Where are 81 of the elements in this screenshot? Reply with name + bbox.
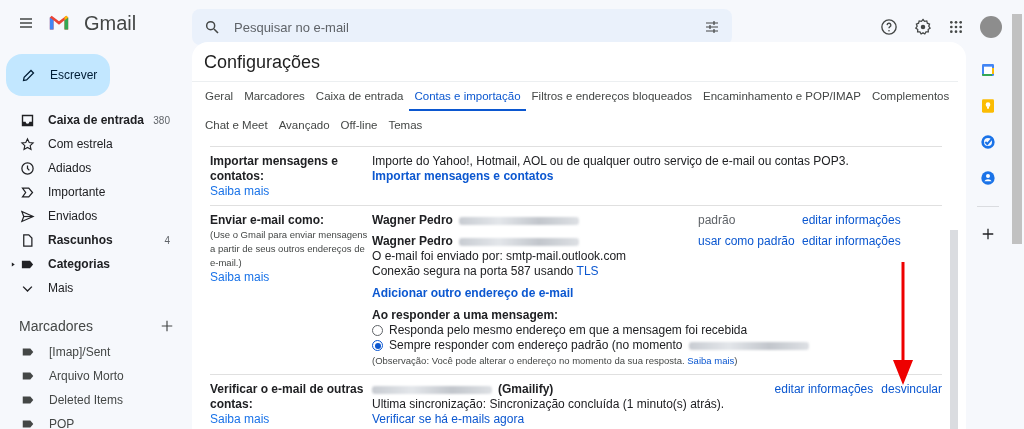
setting-label: Verificar o e-mail de outras contas: [210,382,365,412]
scrollbar[interactable] [950,230,958,429]
radio-button[interactable] [372,325,383,336]
smtp-info: O e-mail foi enviado por: smtp-mail.outlook.com [372,249,628,264]
option-label[interactable]: Sempre responder com endereço padrão (no momento [389,338,683,353]
settings-tab[interactable]: Filtros e endereços bloqueados [526,82,698,111]
filter-sliders-icon[interactable] [704,19,720,35]
sidebar-item[interactable]: Com estrela [0,132,192,156]
scrollbar-thumb[interactable] [1012,14,1022,244]
page-title: Configurações [203,51,322,74]
check-circle-icon[interactable] [980,134,996,150]
account-action-link[interactable]: desvincular [881,382,942,397]
compose-button[interactable]: Escrever [6,54,110,96]
make-default-link[interactable]: usar como padrão [698,234,795,248]
avatar[interactable] [980,16,1002,38]
account-name: Wagner Pedro [372,213,453,228]
sidebar-item[interactable]: Rascunhos 4 [0,228,192,252]
import-link[interactable]: Importar mensagens e contatos [372,169,554,184]
contacts-person-icon[interactable] [980,170,996,186]
label-item[interactable]: Deleted Items [0,388,192,412]
option-label[interactable]: Responda pelo mesmo endereço em que a mensagem foi recebida [389,323,748,338]
settings-tab[interactable]: Complementos [866,82,955,111]
search-bar[interactable]: Pesquisar no e-mail [192,9,732,45]
calendar-icon[interactable] [980,62,996,78]
add-address-link[interactable]: Adicionar outro endereço de e-mail [372,286,574,301]
product-name: Gmail [84,11,137,35]
check-now-link[interactable]: Verificar se há e-mails agora [372,412,525,426]
settings-icon[interactable] [914,18,932,36]
default-status: padrão [698,213,736,227]
sidebar-item[interactable]: Importante [0,180,192,204]
settings-tab[interactable]: Caixa de entrada [310,82,409,111]
note-text: ) [734,355,738,366]
sidebar-item[interactable]: Categorias [0,252,192,276]
settings-tab[interactable]: Avançado [273,111,335,140]
clock-icon [19,160,35,176]
radio-button[interactable] [372,340,383,351]
sidebar-item[interactable]: Adiados [0,156,192,180]
sync-status: Ultima sincronização: Sincronização concluída (1 minuto(s) atrás). [372,397,725,411]
account-name: Wagner Pedro [372,234,453,249]
edit-info-link[interactable]: editar informações [802,213,901,227]
account-action-link[interactable]: editar informações [774,382,874,397]
section-heading: Marcadores [19,318,93,334]
note-text: (Observação: Você pode alterar o endereço no momento da sua resposta. [372,355,686,366]
expand-triangle-icon[interactable] [11,261,16,268]
sidebar-item[interactable]: Enviados [0,204,192,228]
pencil-icon [21,67,36,83]
account-type: (Gmailify) [498,382,554,397]
plus-icon[interactable] [160,319,174,333]
settings-tab[interactable]: Marcadores [239,82,310,111]
security-info: Conexão segura na porta 587 usando [372,264,575,278]
label-item[interactable]: POP [0,412,192,429]
star-icon [19,136,35,152]
search-icon [204,19,220,35]
sidebar-item[interactable]: Mais [0,276,192,300]
send-icon [19,208,35,224]
tls-link[interactable]: TLS [576,264,599,278]
apps-grid-icon[interactable] [948,19,964,35]
sidebar-item[interactable]: Caixa de entrada 380 [0,108,192,132]
settings-tab[interactable]: Temas [383,111,428,140]
learn-more-link[interactable]: Saiba mais [210,270,270,285]
edit-info-link[interactable]: editar informações [802,234,901,248]
settings-tab[interactable]: Off-line [335,111,383,140]
important-arrow-icon [19,184,35,200]
settings-tab[interactable]: Contas e importação [409,82,526,111]
plus-icon[interactable] [981,227,995,241]
setting-label: Enviar e-mail como: [210,213,326,228]
settings-tab[interactable]: Chat e Meet [200,111,273,140]
settings-tab[interactable]: Geral [200,82,239,111]
menu-icon[interactable] [18,15,34,31]
label-item[interactable]: [Imap]/Sent [0,340,192,364]
search-input[interactable]: Pesquisar no e-mail [232,18,692,36]
learn-more-link[interactable]: Saiba mais [210,412,270,427]
learn-more-link[interactable]: Saiba mais [210,184,270,199]
settings-tab[interactable]: Encaminhamento e POP/IMAP [698,82,866,111]
description-text: Importe do Yahoo!, Hotmail, AOL ou de qualquer outro serviço de e-mail ou contas POP3. [372,154,850,169]
setting-description: (Use o Gmail para enviar mensagens a partir de seus outros endereços de e-mail.) [210,228,369,270]
reply-heading: Ao responder a uma mensagem: [372,308,560,323]
help-icon[interactable] [880,18,898,36]
label-item[interactable]: Arquivo Morto [0,364,192,388]
inbox-icon [19,112,35,128]
setting-label: Importar mensagens e contatos: [210,154,340,184]
